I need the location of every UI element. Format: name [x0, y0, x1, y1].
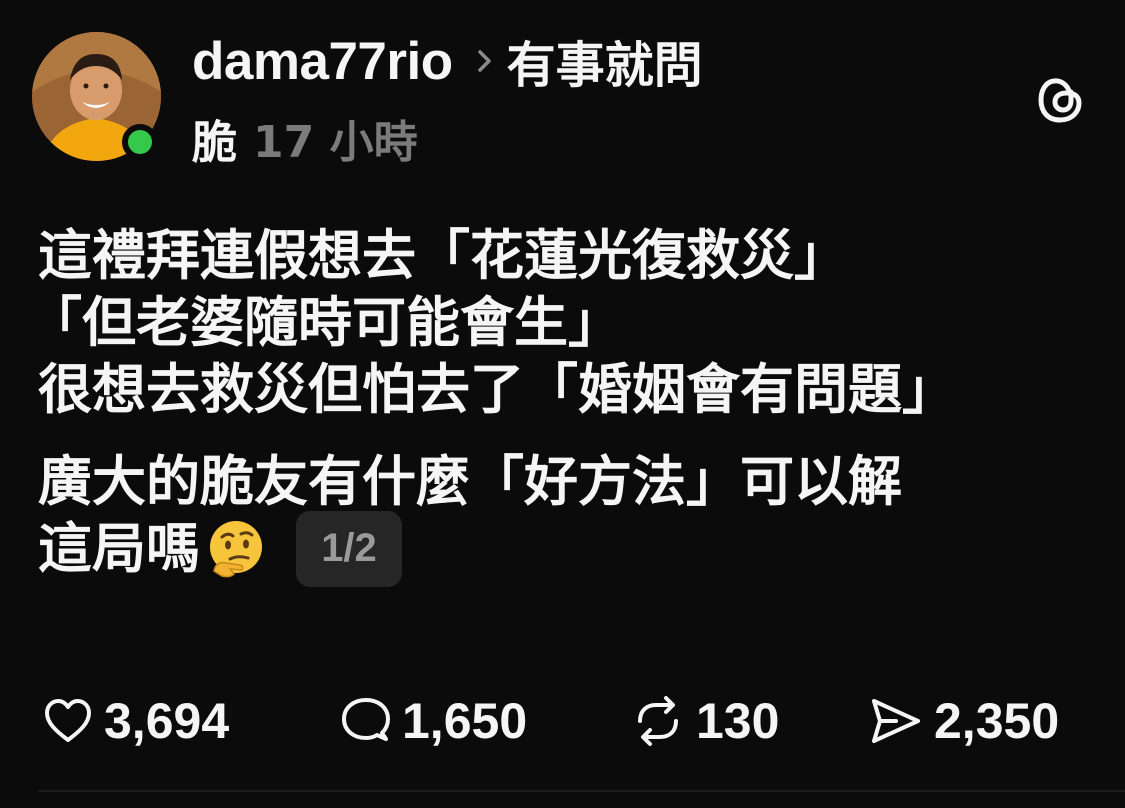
page-indicator-badge[interactable]: 1/2	[296, 510, 402, 587]
repost-button[interactable]: 130	[628, 688, 779, 754]
post-text-line: 這局嗎	[38, 517, 200, 580]
chevron-right-icon	[477, 50, 491, 72]
post-body: 這禮拜連假想去「花蓮光復救災」 「但老婆隨時可能會生」 很想去救災但怕去了「婚姻…	[28, 222, 1098, 587]
action-bar: 3,694 1,650 130 2,350	[40, 688, 1100, 754]
comment-button[interactable]: 1,650	[338, 688, 527, 754]
repost-icon	[638, 696, 678, 746]
thinking-face-icon	[210, 520, 262, 577]
repost-count: 130	[696, 693, 780, 749]
topic-tag-link[interactable]: 有事就問	[507, 26, 703, 97]
post-divider	[38, 790, 1125, 792]
post-text-line: 這禮拜連假想去「花蓮光復救災」	[38, 224, 848, 287]
share-count: 2,350	[934, 693, 1060, 749]
post-text-last-line: 這局嗎 1/2	[38, 510, 1098, 587]
heart-icon	[45, 699, 91, 742]
share-button[interactable]: 2,350	[866, 688, 1059, 754]
comment-count: 1,650	[402, 693, 528, 749]
post-timestamp: 17 小時	[253, 117, 418, 168]
speech-bubble-icon	[342, 698, 390, 741]
username-link[interactable]: dama77rio	[192, 31, 453, 92]
post-text-line: 很想去救災但怕去了「婚姻會有問題」	[38, 358, 956, 421]
online-status-dot	[122, 124, 158, 160]
post-meta: 脆 17 小時	[192, 106, 418, 171]
post-header: dama77rio 有事就問	[192, 28, 703, 94]
like-count: 3,694	[104, 693, 230, 749]
like-button[interactable]: 3,694	[40, 688, 229, 754]
threads-post: dama77rio 有事就問 脆 17 小時 這禮拜連假想去「花蓮光復救災」 「…	[0, 0, 1125, 808]
send-icon	[872, 699, 920, 743]
post-text-line: 廣大的脆友有什麼「好方法」可以解	[38, 450, 902, 513]
post-text-line: 「但老婆隨時可能會生」	[28, 291, 622, 354]
community-label[interactable]: 脆	[192, 106, 237, 171]
threads-logo-icon[interactable]	[1036, 74, 1084, 126]
